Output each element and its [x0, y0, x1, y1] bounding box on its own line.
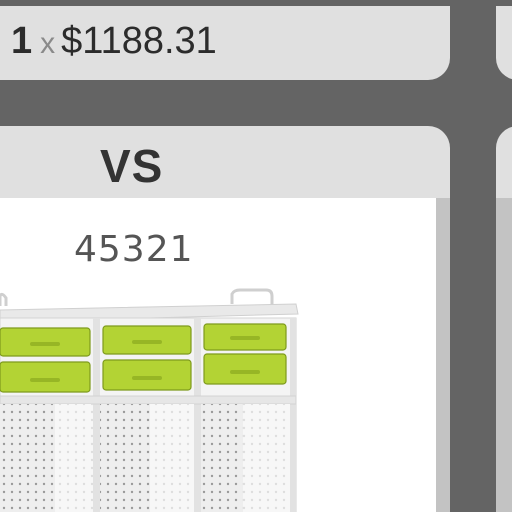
unit-price: $1188.31 — [61, 20, 217, 62]
quantity-value: 1 — [11, 20, 33, 62]
vs-header-bar — [0, 126, 450, 198]
price-line: 1 x $1188.31 — [11, 19, 217, 66]
storage-cabinet-image[interactable] — [0, 288, 436, 512]
card-scroll-edge — [436, 198, 450, 512]
next-column-price-bar — [496, 6, 512, 80]
product-id: 45321 — [74, 229, 194, 270]
next-column-header-bar — [496, 126, 512, 198]
times-symbol: x — [40, 27, 56, 60]
vs-label: VS — [100, 140, 164, 192]
next-column-card-edge — [496, 198, 512, 512]
